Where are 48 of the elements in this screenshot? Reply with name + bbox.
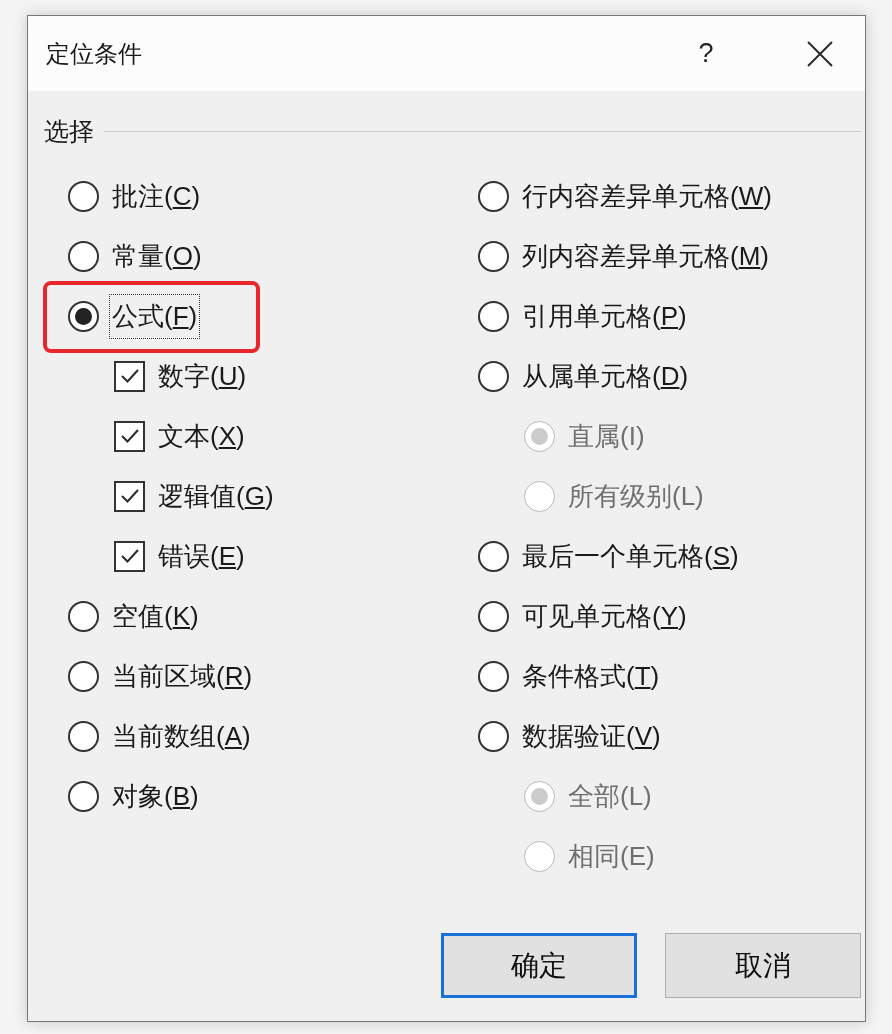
radio-button[interactable] xyxy=(68,780,99,812)
radio-button[interactable] xyxy=(478,360,509,392)
radio-label[interactable]: 可见单元格(Y) xyxy=(519,593,690,639)
group-label: 选择 xyxy=(44,116,94,147)
radio-button[interactable] xyxy=(68,240,99,272)
ok-button[interactable]: 确定 xyxy=(441,933,637,998)
cancel-button[interactable]: 取消 xyxy=(665,933,861,998)
radio-button[interactable] xyxy=(68,660,99,692)
radio-button[interactable] xyxy=(478,720,509,752)
radio-label[interactable]: 批注(C) xyxy=(109,173,204,219)
checkbox[interactable] xyxy=(114,360,145,392)
checkbox-label[interactable]: 文本(X) xyxy=(155,413,248,459)
radio-button[interactable] xyxy=(68,300,99,332)
radio-button[interactable] xyxy=(478,600,509,632)
radio-label[interactable]: 行内容差异单元格(W) xyxy=(519,173,775,219)
checkbox[interactable] xyxy=(114,420,145,452)
radio-label[interactable]: 数据验证(V) xyxy=(519,713,664,759)
radio-button[interactable] xyxy=(478,660,509,692)
checkbox[interactable] xyxy=(114,540,145,572)
checkmark-icon xyxy=(120,429,139,443)
checkmark-icon xyxy=(120,489,139,503)
radio-label[interactable]: 空值(K) xyxy=(109,593,202,639)
radio-button[interactable] xyxy=(68,720,99,752)
checkmark-icon xyxy=(120,369,139,383)
radio-label[interactable]: 引用单元格(P) xyxy=(519,293,690,339)
radio-button[interactable] xyxy=(478,240,509,272)
close-icon xyxy=(807,40,833,67)
radio-button[interactable] xyxy=(478,300,509,332)
checkmark-icon xyxy=(120,549,139,563)
radio-label[interactable]: 当前区域(R) xyxy=(109,653,256,699)
help-button[interactable]: ? xyxy=(683,30,729,77)
checkbox[interactable] xyxy=(114,480,145,512)
radio-label[interactable]: 从属单元格(D) xyxy=(519,353,692,399)
checkbox-label[interactable]: 数字(U) xyxy=(155,353,250,399)
radio-label[interactable]: 列内容差异单元格(M) xyxy=(519,233,772,279)
radio-label[interactable]: 常量(O) xyxy=(109,233,205,279)
checkbox-label[interactable]: 逻辑值(G) xyxy=(155,473,277,519)
radio-label[interactable]: 最后一个单元格(S) xyxy=(519,533,742,579)
radio-button[interactable] xyxy=(68,180,99,212)
radio-button[interactable] xyxy=(478,540,509,572)
window-title: 定位条件 xyxy=(46,38,142,69)
radio-label[interactable]: 对象(B) xyxy=(109,773,202,819)
radio-label[interactable]: 条件格式(T) xyxy=(519,653,663,699)
radio-button[interactable] xyxy=(478,180,509,212)
radio-label[interactable]: 当前数组(A) xyxy=(109,713,254,759)
radio-label[interactable]: 公式(F) xyxy=(109,293,201,339)
radio-button[interactable] xyxy=(68,600,99,632)
checkbox-label[interactable]: 错误(E) xyxy=(155,533,248,579)
